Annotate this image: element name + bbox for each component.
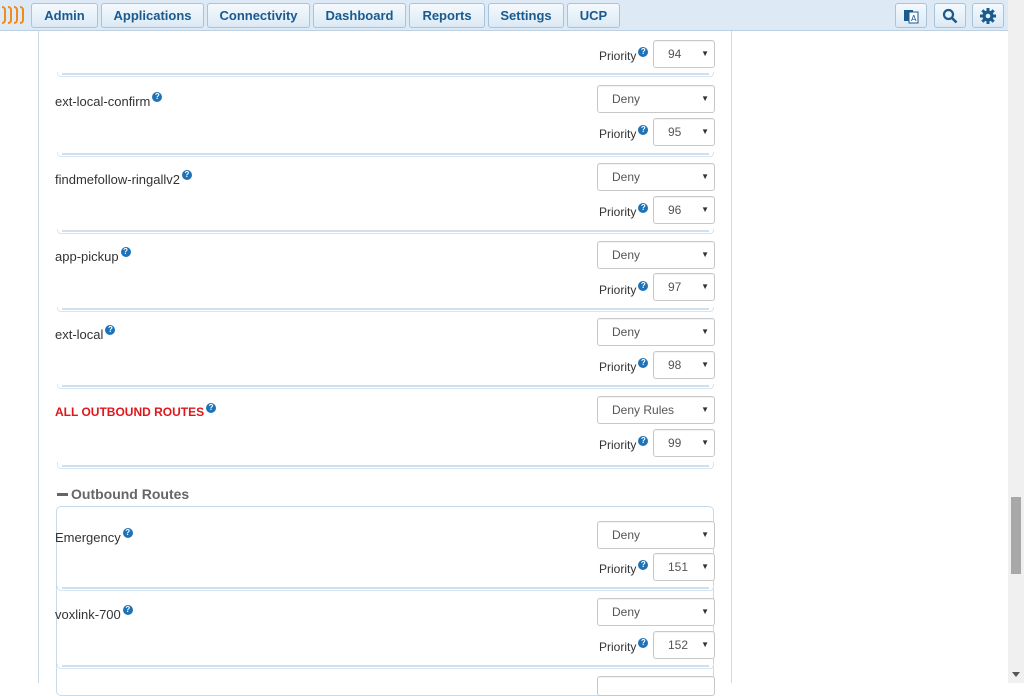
access-select[interactable]: [597, 676, 715, 696]
nav-admin[interactable]: Admin: [31, 3, 98, 28]
row-label-voxlink-700: voxlink-700?: [55, 605, 133, 622]
nav-connectivity[interactable]: Connectivity: [207, 3, 310, 28]
row-separator: [57, 586, 714, 591]
help-icon[interactable]: ?: [182, 170, 192, 180]
chevron-down-icon: ▼: [701, 327, 709, 336]
priority-label: Priority?: [599, 560, 649, 576]
chevron-down-icon: ▼: [701, 250, 709, 259]
priority-label: Priority?: [599, 358, 649, 374]
priority-select[interactable]: 97 ▼: [653, 273, 715, 301]
priority-select[interactable]: 152 ▼: [653, 631, 715, 659]
priority-select[interactable]: 99 ▼: [653, 429, 715, 457]
help-icon[interactable]: ?: [638, 281, 649, 291]
row-label-findmefollow-ringallv2: findmefollow-ringallv2?: [55, 170, 192, 187]
access-select[interactable]: Deny ▼: [597, 521, 715, 549]
row-separator: [57, 72, 714, 77]
help-icon[interactable]: ?: [638, 125, 649, 135]
priority-label: Priority?: [599, 281, 649, 297]
search-icon[interactable]: [934, 3, 966, 28]
priority-label: Priority?: [599, 203, 649, 219]
help-icon[interactable]: ?: [638, 203, 649, 213]
row-label-all-outbound-routes: ALL OUTBOUND ROUTES?: [55, 403, 217, 419]
priority-label: Priority?: [599, 638, 649, 654]
priority-select[interactable]: 94 ▼: [653, 40, 715, 68]
access-select[interactable]: Deny ▼: [597, 241, 715, 269]
chevron-down-icon: ▼: [701, 94, 709, 103]
help-icon[interactable]: ?: [638, 638, 649, 648]
row-separator: [57, 229, 714, 234]
top-navbar: Admin Applications Connectivity Dashboar…: [0, 0, 1008, 31]
svg-text:A: A: [911, 14, 917, 23]
priority-label: Priority?: [599, 125, 649, 141]
row-separator: [57, 152, 714, 157]
row-label-ext-local: ext-local?: [55, 325, 116, 342]
nav-ucp[interactable]: UCP: [567, 3, 620, 28]
chevron-down-icon: ▼: [701, 607, 709, 616]
chevron-down-icon: ▼: [701, 49, 709, 58]
group-bottom-border: [57, 462, 714, 469]
help-icon[interactable]: ?: [638, 560, 649, 570]
row-separator: [57, 384, 714, 389]
access-select[interactable]: Deny ▼: [597, 163, 715, 191]
chevron-down-icon: ▼: [701, 405, 709, 414]
priority-select[interactable]: 95 ▼: [653, 118, 715, 146]
row-label-emergency: Emergency?: [55, 528, 133, 545]
scrollbar-thumb[interactable]: [1011, 497, 1021, 574]
help-icon[interactable]: ?: [638, 47, 649, 57]
logo-icon[interactable]: [2, 6, 28, 24]
chevron-down-icon: ▼: [701, 205, 709, 214]
nav-settings[interactable]: Settings: [488, 3, 564, 28]
chevron-down-icon: ▼: [701, 640, 709, 649]
page-scrollbar[interactable]: [1008, 0, 1024, 683]
chevron-down-icon: ▼: [701, 282, 709, 291]
scroll-down-arrow-icon[interactable]: [1012, 672, 1020, 677]
priority-label: Priority?: [599, 436, 649, 452]
help-icon[interactable]: ?: [122, 528, 133, 538]
chevron-down-icon: ▼: [701, 530, 709, 539]
priority-label: Priority?: [599, 47, 649, 63]
nav-reports[interactable]: Reports: [409, 3, 485, 28]
chevron-down-icon: ▼: [701, 562, 709, 571]
help-icon[interactable]: ?: [122, 605, 133, 615]
nav-applications[interactable]: Applications: [101, 3, 204, 28]
help-icon[interactable]: ?: [120, 247, 131, 257]
chevron-down-icon: ▼: [701, 438, 709, 447]
priority-select[interactable]: 96 ▼: [653, 196, 715, 224]
chevron-down-icon: ▼: [701, 172, 709, 181]
access-select[interactable]: Deny ▼: [597, 318, 715, 346]
nav-dashboard[interactable]: Dashboard: [313, 3, 406, 28]
help-icon[interactable]: ?: [638, 358, 649, 368]
row-label-app-pickup: app-pickup?: [55, 247, 131, 264]
priority-select[interactable]: 151 ▼: [653, 553, 715, 581]
language-icon[interactable]: A: [895, 3, 927, 28]
priority-select[interactable]: 98 ▼: [653, 351, 715, 379]
row-separator: [57, 307, 714, 312]
minus-icon: [57, 492, 68, 496]
help-icon[interactable]: ?: [206, 403, 217, 413]
help-icon[interactable]: ?: [105, 325, 116, 335]
access-select[interactable]: Deny Rules ▼: [597, 396, 715, 424]
row-label-ext-local-confirm: ext-local-confirm?: [55, 92, 163, 109]
section-toggle-outbound-routes[interactable]: Outbound Routes: [57, 486, 189, 502]
chevron-down-icon: ▼: [701, 360, 709, 369]
help-icon[interactable]: ?: [152, 92, 163, 102]
access-select[interactable]: Deny ▼: [597, 598, 715, 626]
row-separator: [57, 664, 714, 669]
chevron-down-icon: ▼: [701, 127, 709, 136]
gear-icon[interactable]: [972, 3, 1004, 28]
help-icon[interactable]: ?: [638, 436, 649, 446]
access-select[interactable]: Deny ▼: [597, 85, 715, 113]
